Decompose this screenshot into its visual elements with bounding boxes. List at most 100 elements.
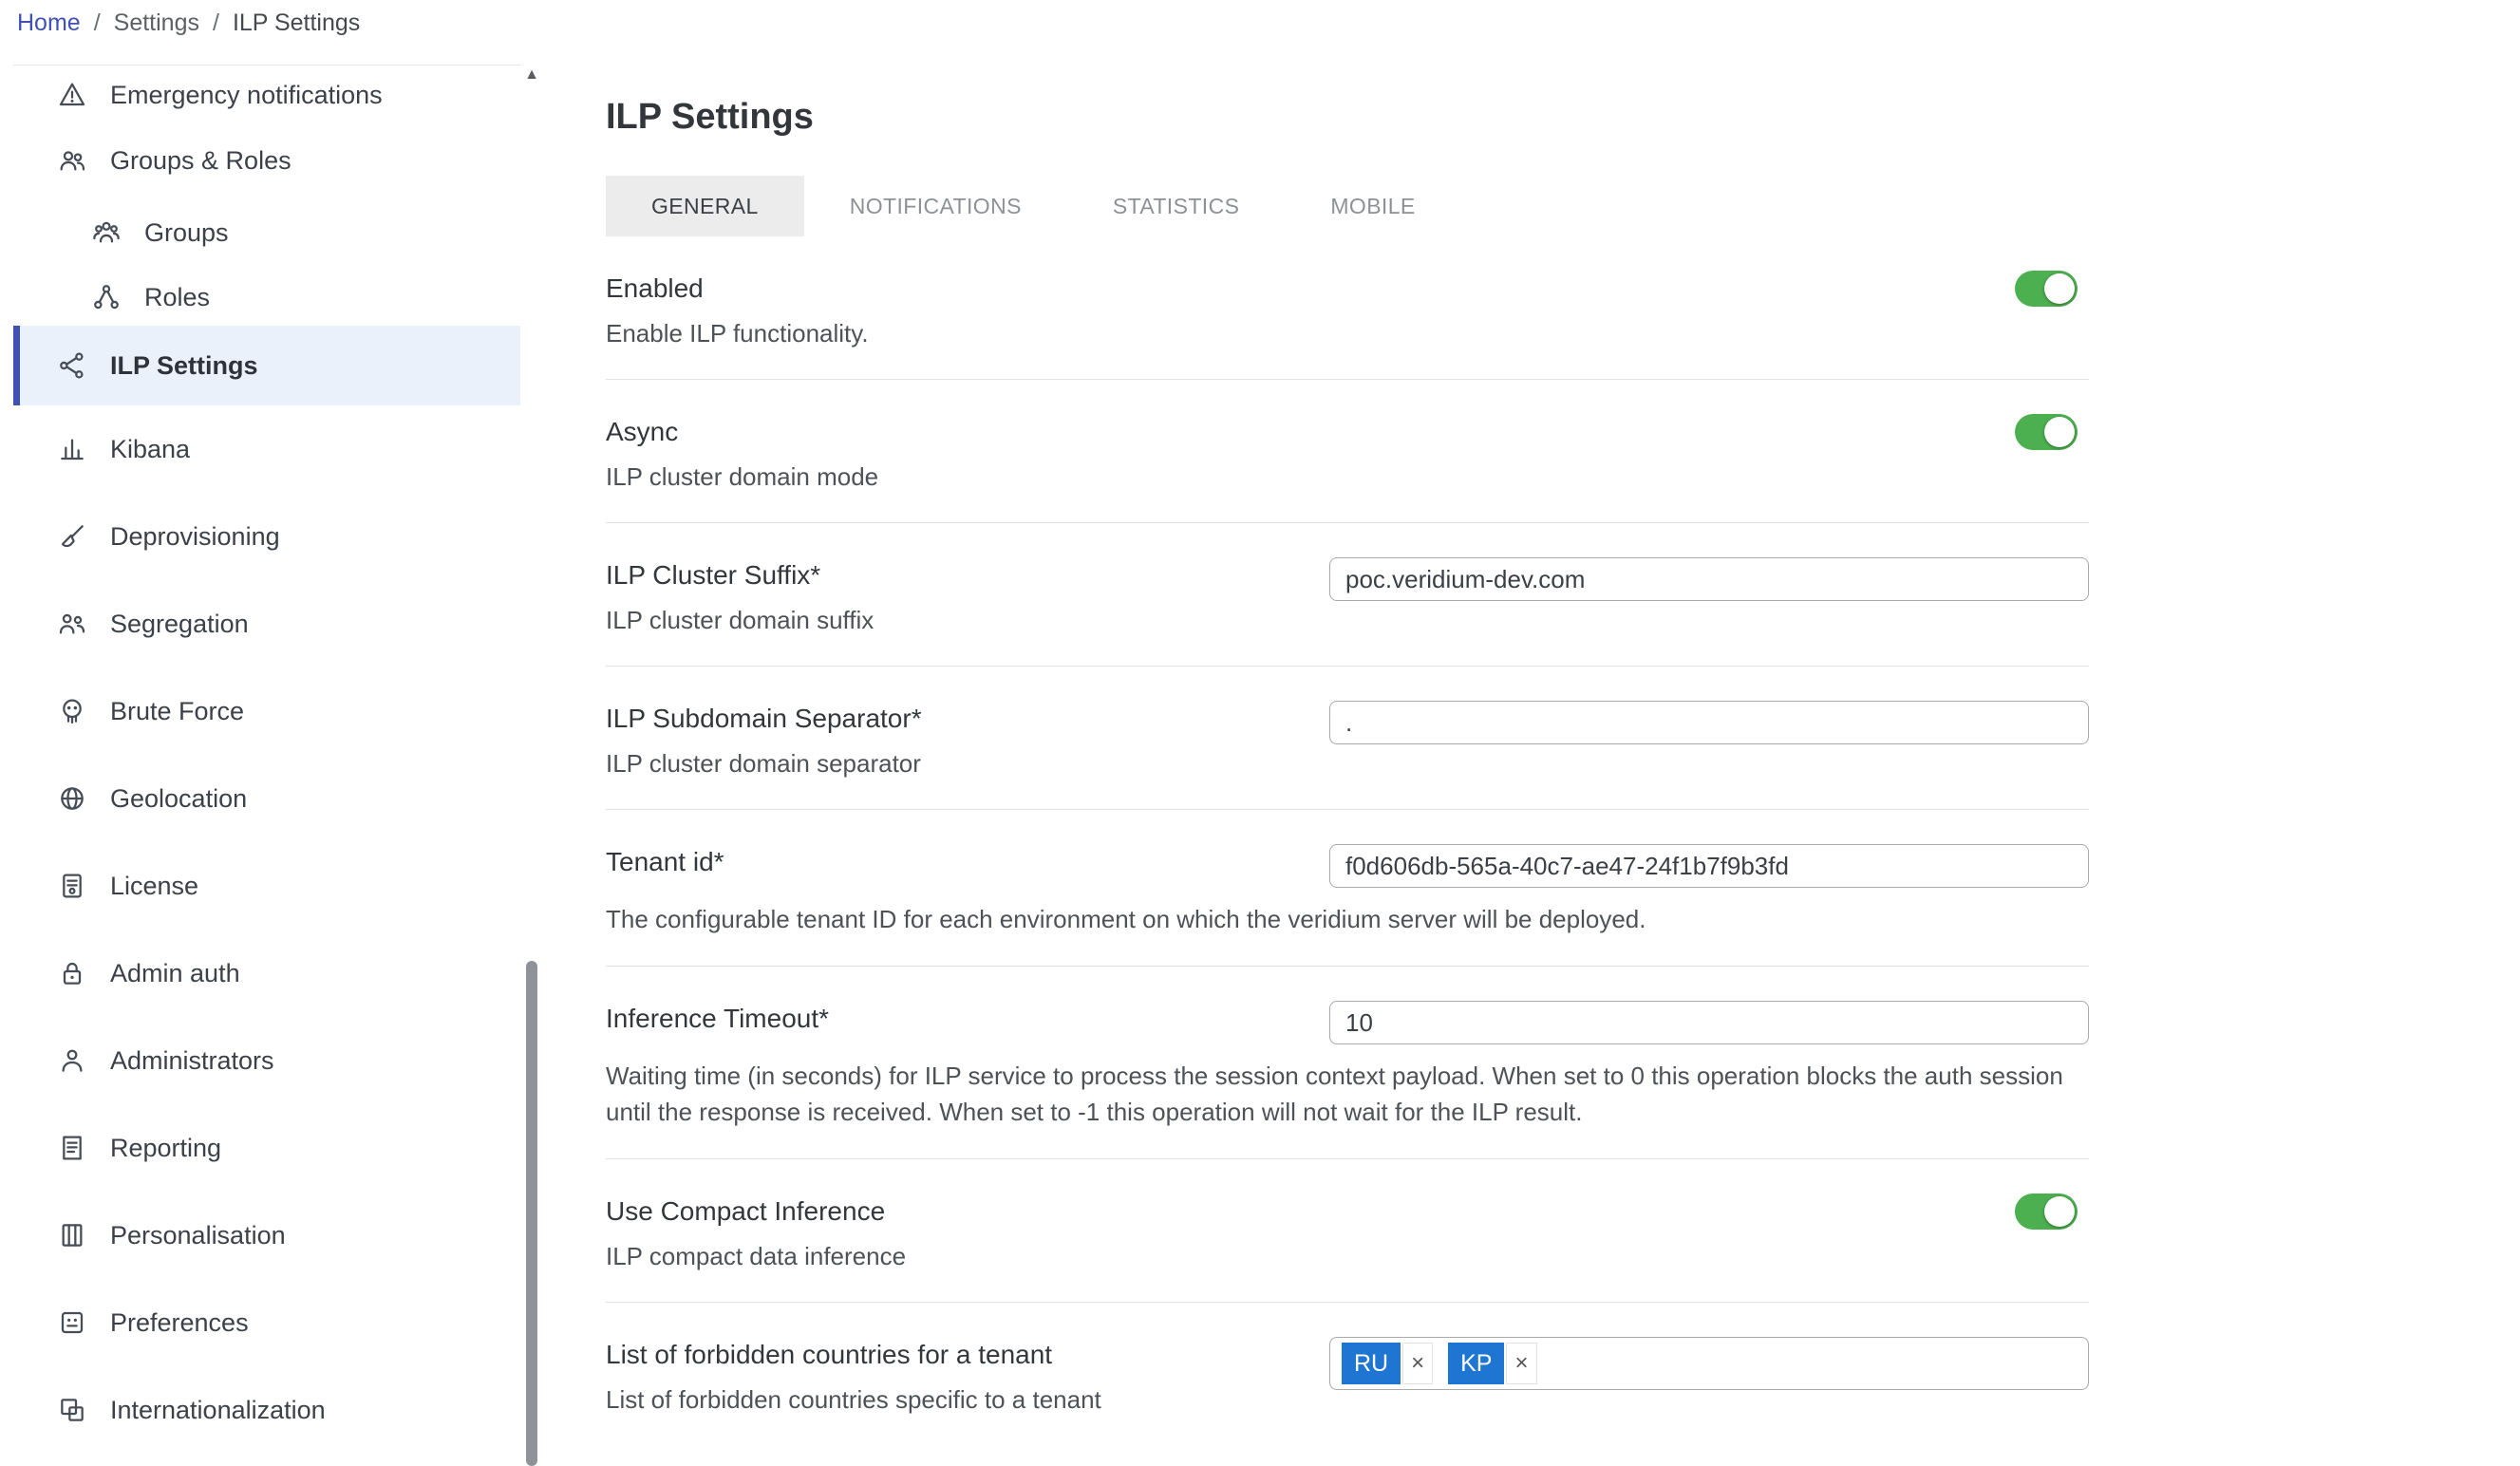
sidebar-item-label: Roles xyxy=(144,283,210,312)
setting-label: Enabled xyxy=(606,271,869,307)
breadcrumb: Home / Settings / ILP Settings xyxy=(17,9,360,37)
breadcrumb-current: ILP Settings xyxy=(233,9,360,37)
sidebar-item-license[interactable]: License xyxy=(13,842,520,930)
sidebar-item-admin-auth[interactable]: Admin auth xyxy=(13,930,520,1017)
sidebar-item-label: License xyxy=(110,872,198,901)
setting-label: ILP Subdomain Separator* xyxy=(606,701,922,737)
sidebar-item-brute-force[interactable]: Brute Force xyxy=(13,667,520,755)
setting-description: ILP cluster domain separator xyxy=(606,746,922,780)
sidebar-item-label: Internationalization xyxy=(110,1396,326,1425)
country-chip-label: RU xyxy=(1342,1343,1401,1384)
setting-description: Enable ILP functionality. xyxy=(606,316,869,350)
overlapping-pages-icon xyxy=(57,1395,87,1425)
setting-label: Inference Timeout* xyxy=(606,1001,829,1037)
main-content: ILP Settings GENERAL NOTIFICATIONS STATI… xyxy=(606,65,2089,1445)
sidebar-item-segregation[interactable]: Segregation xyxy=(13,580,520,667)
sidebar-item-label: Brute Force xyxy=(110,697,244,726)
tab-notifications[interactable]: NOTIFICATIONS xyxy=(804,176,1067,236)
sidebar-item-label: Emergency notifications xyxy=(110,81,383,110)
settings-box-icon xyxy=(57,1307,87,1338)
roles-hierarchy-icon xyxy=(91,282,122,312)
sidebar-item-groups[interactable]: Groups xyxy=(13,197,520,269)
inference-timeout-input[interactable] xyxy=(1329,1001,2089,1044)
sidebar-item-administrators[interactable]: Administrators xyxy=(13,1017,520,1104)
forbidden-countries-chip-input[interactable]: RU × KP × xyxy=(1329,1337,2089,1390)
sidebar-item-label: Groups xyxy=(144,218,229,248)
chip-remove-icon[interactable]: × xyxy=(1506,1343,1536,1384)
country-chip: KP × xyxy=(1448,1343,1536,1384)
person-icon xyxy=(57,1045,87,1076)
compact-inference-toggle[interactable] xyxy=(2015,1193,2078,1230)
country-chip: RU × xyxy=(1342,1343,1433,1384)
setting-description: ILP cluster domain suffix xyxy=(606,603,874,637)
setting-description: Waiting time (in seconds) for ILP servic… xyxy=(606,1058,2089,1130)
tab-general[interactable]: GENERAL xyxy=(606,176,804,236)
tenant-id-input[interactable] xyxy=(1329,844,2089,888)
setting-row-enabled: Enabled Enable ILP functionality. xyxy=(606,236,2089,380)
group-icon xyxy=(91,217,122,248)
breadcrumb-separator: / xyxy=(94,9,101,37)
setting-row-cluster-suffix: ILP Cluster Suffix* ILP cluster domain s… xyxy=(606,523,2089,667)
cluster-suffix-input[interactable] xyxy=(1329,557,2089,601)
toggle-knob xyxy=(2044,273,2075,304)
sidebar-scrollbar[interactable]: ▲ xyxy=(524,65,539,1466)
breadcrumb-settings-link[interactable]: Settings xyxy=(114,9,199,37)
setting-label: ILP Cluster Suffix* xyxy=(606,557,874,593)
setting-row-inference-timeout: Inference Timeout* Waiting time (in seco… xyxy=(606,967,2089,1159)
sidebar-item-deprovisioning[interactable]: Deprovisioning xyxy=(13,493,520,580)
breadcrumb-home-link[interactable]: Home xyxy=(17,9,81,37)
sidebar-item-label: Deprovisioning xyxy=(110,522,280,552)
setting-description: ILP compact data inference xyxy=(606,1239,906,1273)
sidebar-item-ilp-settings[interactable]: ILP Settings xyxy=(13,326,520,405)
sidebar-item-roles[interactable]: Roles xyxy=(13,269,520,326)
setting-label: List of forbidden countries for a tenant xyxy=(606,1337,1101,1373)
sidebar-item-preferences[interactable]: Preferences xyxy=(13,1279,520,1366)
network-icon xyxy=(57,350,87,381)
sidebar-item-label: Personalisation xyxy=(110,1221,286,1250)
setting-description: List of forbidden countries specific to … xyxy=(606,1382,1101,1417)
sidebar-item-personalisation[interactable]: Personalisation xyxy=(13,1192,520,1279)
certificate-icon xyxy=(57,871,87,901)
users-icon xyxy=(57,145,87,176)
segregation-users-icon xyxy=(57,609,87,639)
sidebar-item-label: ILP Settings xyxy=(110,351,258,381)
async-toggle[interactable] xyxy=(2015,414,2078,450)
sidebar-item-emergency-notifications[interactable]: Emergency notifications xyxy=(13,66,520,124)
sidebar-item-label: Segregation xyxy=(110,610,249,639)
sidebar-item-geolocation[interactable]: Geolocation xyxy=(13,755,520,842)
skull-icon xyxy=(57,696,87,726)
globe-icon xyxy=(57,783,87,814)
settings-sidebar: Emergency notifications Groups & Roles G… xyxy=(13,65,520,1466)
sidebar-item-internationalization[interactable]: Internationalization xyxy=(13,1366,520,1454)
setting-description: The configurable tenant ID for each envi… xyxy=(606,901,2089,937)
setting-row-async: Async ILP cluster domain mode xyxy=(606,380,2089,523)
tab-mobile[interactable]: MOBILE xyxy=(1285,176,1460,236)
lock-icon xyxy=(57,958,87,988)
country-chip-label: KP xyxy=(1448,1343,1504,1384)
book-columns-icon xyxy=(57,1220,87,1250)
sidebar-item-reporting[interactable]: Reporting xyxy=(13,1104,520,1192)
setting-description: ILP cluster domain mode xyxy=(606,460,878,494)
sidebar-item-kibana[interactable]: Kibana xyxy=(13,405,520,493)
sidebar-item-label: Preferences xyxy=(110,1308,249,1338)
subdomain-separator-input[interactable] xyxy=(1329,701,2089,744)
setting-label: Use Compact Inference xyxy=(606,1193,906,1230)
breadcrumb-separator: / xyxy=(213,9,219,37)
sidebar-item-label: Geolocation xyxy=(110,784,247,814)
toggle-knob xyxy=(2044,417,2075,447)
toggle-knob xyxy=(2044,1196,2075,1227)
tab-statistics[interactable]: STATISTICS xyxy=(1067,176,1286,236)
tab-bar: GENERAL NOTIFICATIONS STATISTICS MOBILE xyxy=(606,176,2089,236)
setting-row-forbidden-countries: List of forbidden countries for a tenant… xyxy=(606,1303,2089,1445)
warning-icon xyxy=(57,80,87,110)
enabled-toggle[interactable] xyxy=(2015,271,2078,307)
scrollbar-up-arrow[interactable]: ▲ xyxy=(524,66,539,84)
setting-row-compact-inference: Use Compact Inference ILP compact data i… xyxy=(606,1159,2089,1303)
chip-remove-icon[interactable]: × xyxy=(1402,1343,1433,1384)
setting-label: Async xyxy=(606,414,878,450)
scrollbar-thumb[interactable] xyxy=(526,961,537,1466)
bar-chart-icon xyxy=(57,434,87,464)
sidebar-item-groups-roles[interactable]: Groups & Roles xyxy=(13,124,520,197)
document-lines-icon xyxy=(57,1133,87,1163)
sidebar-item-label: Kibana xyxy=(110,435,190,464)
